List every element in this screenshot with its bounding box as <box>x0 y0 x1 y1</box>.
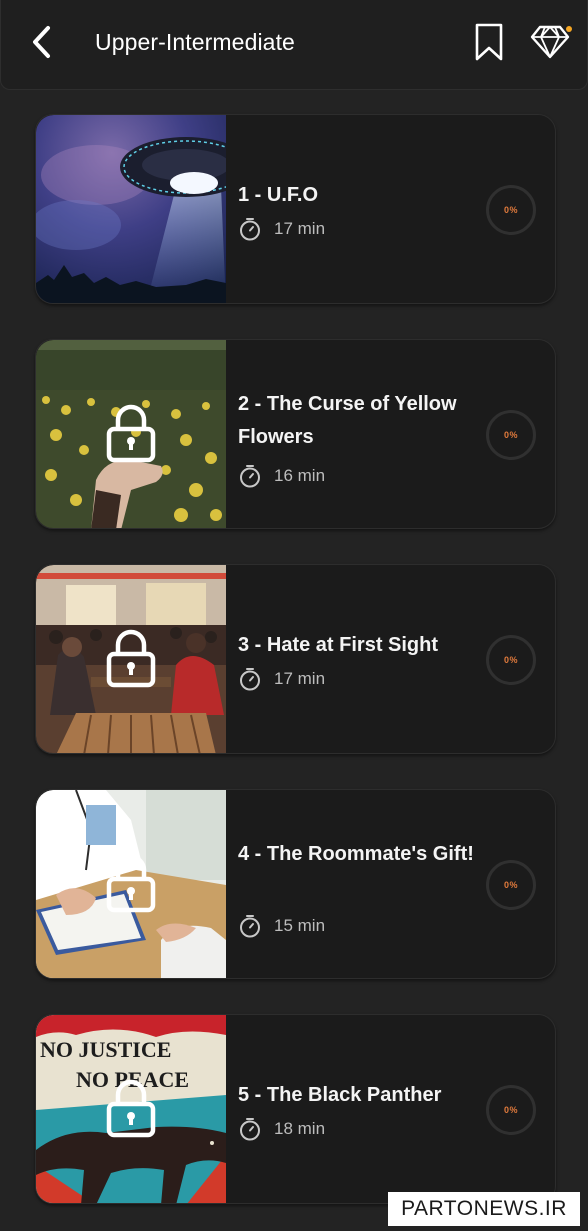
timer-icon <box>240 668 260 691</box>
progress-value: 0% <box>503 1105 518 1115</box>
notification-dot <box>566 26 572 32</box>
lock-icon <box>106 1079 156 1138</box>
bookmark-icon <box>475 23 503 61</box>
doctor-patient-image <box>36 790 226 978</box>
timer-icon <box>240 465 260 488</box>
page-title: Upper-Intermediate <box>95 29 295 55</box>
lock-icon <box>106 404 156 463</box>
story-card[interactable]: 1 - U.F.O 17 min 0% <box>35 114 556 304</box>
yellow-flowers-image <box>36 340 226 528</box>
top-app-bar: Upper-Intermediate <box>0 0 588 90</box>
duration-row: 16 min <box>238 464 325 488</box>
black-panther-poster-image: NO JUSTICE NO PEACE <box>36 1015 226 1203</box>
progress-indicator: 0% <box>486 1085 536 1135</box>
story-title: 2 - The Curse of Yellow Flowers <box>238 393 457 448</box>
story-card[interactable]: NO JUSTICE NO PEACE 5 - The Black Panthe… <box>35 1014 556 1204</box>
lock-icon <box>106 629 156 688</box>
ufo-image <box>36 115 226 303</box>
cafe-couple-image <box>36 565 226 753</box>
poster-text-line-1: NO JUSTICE <box>40 1037 171 1062</box>
duration-row: 17 min <box>238 667 325 691</box>
duration-row: 15 min <box>238 914 325 938</box>
lock-icon <box>106 854 156 913</box>
story-title: 5 - The Black Panther <box>238 1084 442 1106</box>
story-title: 1 - U.F.O <box>238 184 319 206</box>
back-button[interactable] <box>23 22 59 62</box>
story-duration: 17 min <box>274 219 326 238</box>
story-duration: 17 min <box>274 669 326 688</box>
timer-icon <box>240 915 260 938</box>
story-duration: 15 min <box>274 916 326 935</box>
progress-value: 0% <box>503 430 518 440</box>
progress-indicator: 0% <box>486 185 536 235</box>
story-title: 4 - The Roommate's Gift! <box>238 843 474 865</box>
diamond-icon <box>530 25 570 59</box>
chevron-left-icon <box>33 26 50 58</box>
app-screen: Upper-Intermediate 1 - U.F.O 17 min 0% 2… <box>0 0 588 1231</box>
progress-indicator: 0% <box>486 410 536 460</box>
watermark: PARTONEWS.IR <box>388 1192 580 1226</box>
progress-value: 0% <box>503 655 518 665</box>
progress-indicator: 0% <box>486 635 536 685</box>
story-card[interactable]: 3 - Hate at First Sight 17 min 0% <box>35 564 556 754</box>
timer-icon <box>240 218 260 241</box>
progress-indicator: 0% <box>486 860 536 910</box>
progress-value: 0% <box>503 205 518 215</box>
story-card[interactable]: 2 - The Curse of Yellow Flowers 16 min 0… <box>35 339 556 529</box>
bookmark-button[interactable] <box>471 20 507 64</box>
duration-row: 17 min <box>238 217 325 241</box>
progress-value: 0% <box>503 880 518 890</box>
story-title: 3 - Hate at First Sight <box>238 634 439 656</box>
timer-icon <box>240 1118 260 1141</box>
story-duration: 16 min <box>274 466 326 485</box>
story-card[interactable]: 4 - The Roommate's Gift! 15 min 0% <box>35 789 556 979</box>
story-duration: 18 min <box>274 1119 326 1138</box>
duration-row: 18 min <box>238 1117 325 1141</box>
